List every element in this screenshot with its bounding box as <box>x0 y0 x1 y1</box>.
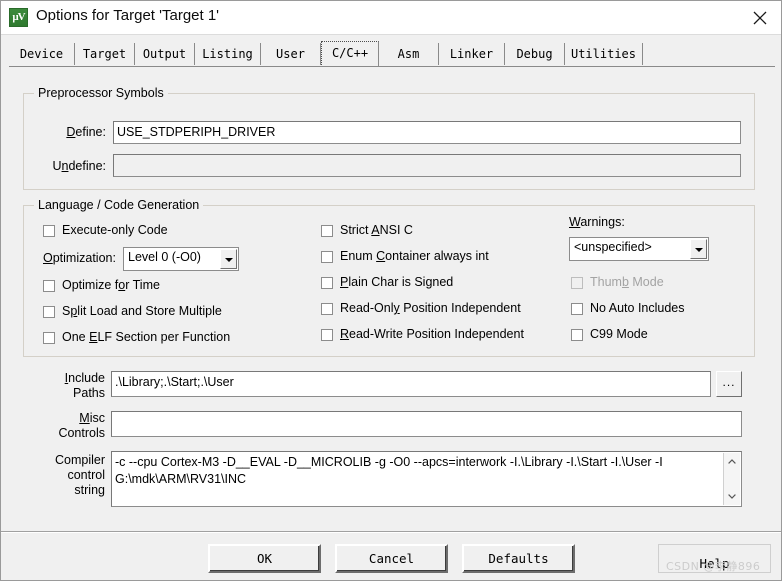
language-code-generation-title: Language / Code Generation <box>34 198 204 212</box>
checkbox-label: Thumb Mode <box>590 275 664 289</box>
browse-dots-label: ... <box>722 375 736 389</box>
tab-listing[interactable]: Listing <box>195 43 261 65</box>
ok-button-label: OK <box>256 550 273 566</box>
window-title: Options for Target 'Target 1' <box>36 7 220 24</box>
checkbox-box <box>321 277 333 289</box>
define-label: Define: <box>66 125 106 139</box>
keil-uvision-icon: µV <box>9 8 28 27</box>
tab-target[interactable]: Target <box>75 43 135 65</box>
checkbox-box <box>43 225 55 237</box>
checkbox-box <box>571 303 583 315</box>
optimization-value: Level 0 (-O0) <box>128 250 201 264</box>
scroll-up-icon[interactable] <box>724 453 741 470</box>
preprocessor-symbols-title: Preprocessor Symbols <box>34 86 168 100</box>
checkbox-box <box>321 329 333 341</box>
defaults-button-label: Defaults <box>488 550 549 566</box>
ok-button[interactable]: OK <box>208 544 321 573</box>
options-dialog: µV Options for Target 'Target 1' Device … <box>0 0 782 581</box>
bottom-separator <box>1 531 781 533</box>
misc-controls-input[interactable] <box>111 411 742 437</box>
tab-underline <box>9 66 775 67</box>
cancel-button[interactable]: Cancel <box>335 544 448 573</box>
title-bar: µV Options for Target 'Target 1' <box>1 1 781 35</box>
warnings-value: <unspecified> <box>574 240 652 254</box>
checkbox-box <box>43 332 55 344</box>
warnings-select[interactable]: <unspecified> <box>569 237 709 261</box>
include-paths-label: Include Paths <box>64 371 105 400</box>
tab-asm[interactable]: Asm <box>379 43 439 65</box>
tab-strip: Device Target Output Listing User C/C++ … <box>9 41 775 67</box>
tab-debug[interactable]: Debug <box>505 43 565 65</box>
help-button-label: Help <box>699 556 730 571</box>
checkbox-label: Strict ANSI C <box>340 223 413 237</box>
undefine-label: Undefine: <box>52 159 106 173</box>
tab-user[interactable]: User <box>261 43 321 65</box>
chevron-down-icon[interactable] <box>220 249 237 269</box>
checkbox-box <box>321 251 333 263</box>
warnings-label: Warnings: <box>569 215 625 229</box>
checkbox-box <box>321 225 333 237</box>
tab-c-cpp[interactable]: C/C++ <box>321 41 379 67</box>
checkbox-label: C99 Mode <box>590 327 648 341</box>
checkbox-box <box>571 329 583 341</box>
checkbox-label: Read-Write Position Independent <box>340 327 524 341</box>
checkbox-box <box>43 280 55 292</box>
include-paths-browse-button[interactable]: ... <box>716 371 742 397</box>
define-input[interactable]: USE_STDPERIPH_DRIVER <box>113 121 741 144</box>
help-button[interactable]: Help <box>658 544 771 573</box>
checkbox-label: Optimize for Time <box>62 278 160 292</box>
compiler-control-string-value: -c --cpu Cortex-M3 -D__EVAL -D__MICROLIB… <box>115 455 663 486</box>
chevron-down-icon[interactable] <box>690 239 707 259</box>
checkbox-box <box>571 277 583 289</box>
optimization-label: Optimization: <box>43 251 116 265</box>
compiler-control-string-label: Compiler control string <box>54 453 105 497</box>
optimization-select[interactable]: Level 0 (-O0) <box>123 247 239 271</box>
checkbox-label: One ELF Section per Function <box>62 330 231 344</box>
checkbox-label: Split Load and Store Multiple <box>62 304 222 318</box>
tab-output[interactable]: Output <box>135 43 195 65</box>
include-paths-input[interactable]: .\Library;.\Start;.\User <box>111 371 711 397</box>
misc-controls-label: Misc Controls <box>58 411 105 440</box>
scroll-down-icon[interactable] <box>724 488 741 505</box>
tab-utilities[interactable]: Utilities <box>565 43 643 65</box>
close-icon[interactable] <box>737 1 781 33</box>
compiler-control-scrollbar[interactable] <box>723 453 740 505</box>
checkbox-label: Read-Only Position Independent <box>340 301 521 315</box>
checkbox-label: Plain Char is Signed <box>340 275 454 289</box>
tab-linker[interactable]: Linker <box>439 43 505 65</box>
compiler-control-string-input[interactable]: -c --cpu Cortex-M3 -D__EVAL -D__MICROLIB… <box>111 451 742 507</box>
checkbox-label: Execute-only Code <box>62 223 168 237</box>
checkbox-label: Enum Container always int <box>340 249 489 263</box>
tab-device[interactable]: Device <box>9 43 75 65</box>
checkbox-box <box>321 303 333 315</box>
undefine-input[interactable] <box>113 154 741 177</box>
defaults-button[interactable]: Defaults <box>462 544 575 573</box>
checkbox-label: No Auto Includes <box>590 301 685 315</box>
cancel-button-label: Cancel <box>368 550 415 566</box>
checkbox-box <box>43 306 55 318</box>
